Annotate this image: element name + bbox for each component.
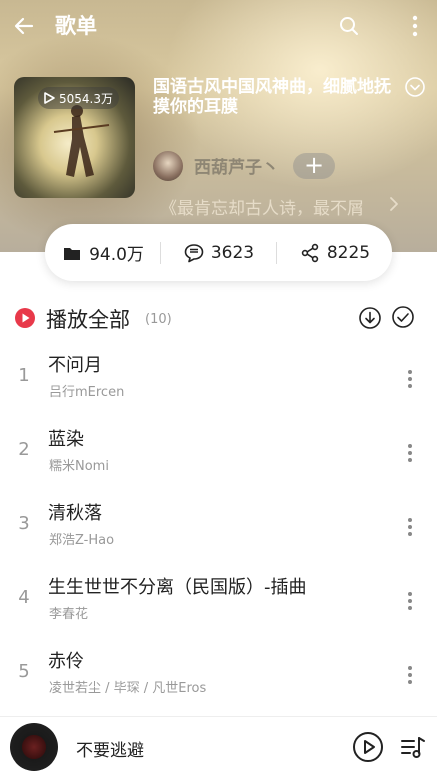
more-vertical-icon[interactable]	[402, 663, 418, 687]
play-all-label[interactable]: 播放全部	[46, 304, 130, 334]
song-artist: 凌世若尘 / 毕琛 / 凡世Eros	[49, 681, 207, 696]
more-vertical-icon[interactable]	[402, 441, 418, 465]
shares-count: 8225	[326, 242, 371, 263]
play-circle-icon[interactable]	[14, 307, 36, 329]
song-title[interactable]: 清秋落	[48, 499, 102, 525]
song-row[interactable]: 4 生生世世不分离（民国版）-插曲 李春花	[0, 565, 437, 639]
playlist-header: 歌单 5054.3万 国语古风中国风神曲，细腻地抚摸你的耳膜 西葫芦子丶 + 《…	[0, 0, 437, 252]
more-vertical-icon[interactable]	[405, 12, 425, 40]
multi-select-icon[interactable]	[391, 305, 415, 329]
play-count: 5054.3万	[59, 91, 113, 106]
comment-icon	[184, 243, 204, 262]
song-artist: 郑浩Z-Hao	[49, 533, 115, 548]
collect-count: 94.0万	[89, 245, 144, 265]
play-circle-icon[interactable]	[352, 731, 384, 763]
now-playing-title[interactable]: 不要逃避	[76, 736, 144, 761]
song-row[interactable]: 2 蓝染 糯米Nomi	[0, 417, 437, 491]
mini-player[interactable]: 不要逃避	[0, 716, 437, 776]
now-playing-cover[interactable]	[10, 723, 58, 771]
playlist-description[interactable]: 《最肯忘却古人诗，最不屑	[160, 194, 364, 219]
song-index: 3	[18, 513, 30, 534]
chevron-down-icon[interactable]	[404, 76, 426, 98]
song-row[interactable]: 1 不问月 吕行mErcen	[0, 343, 437, 417]
song-index: 5	[18, 661, 30, 682]
song-index: 1	[18, 365, 30, 386]
song-row[interactable]: 3 清秋落 郑浩Z-Hao	[0, 491, 437, 565]
creator-avatar[interactable]	[153, 151, 183, 181]
top-bar: 歌单	[0, 0, 437, 52]
song-index: 2	[18, 439, 30, 460]
share-button[interactable]: 8225	[277, 242, 392, 264]
comments-count: 3623	[210, 242, 255, 263]
more-vertical-icon[interactable]	[402, 515, 418, 539]
song-artist: 糯米Nomi	[49, 459, 109, 474]
collect-button[interactable]: 94.0万	[45, 240, 160, 265]
song-index: 4	[18, 587, 30, 608]
play-all-row[interactable]: 播放全部 (10)	[0, 296, 437, 340]
song-title[interactable]: 赤伶	[48, 647, 84, 673]
song-title[interactable]: 生生世世不分离（民国版）-插曲	[48, 573, 307, 599]
download-icon[interactable]	[358, 306, 382, 330]
chevron-right-icon[interactable]	[386, 193, 402, 215]
back-arrow-icon[interactable]	[12, 14, 36, 38]
song-row[interactable]: 5 赤伶 凌世若尘 / 毕琛 / 凡世Eros	[0, 639, 437, 713]
play-triangle-icon	[44, 92, 55, 104]
playlist-icon[interactable]	[399, 735, 427, 761]
follow-button[interactable]: +	[293, 153, 335, 179]
folder-plus-icon	[64, 247, 81, 260]
more-vertical-icon[interactable]	[402, 589, 418, 613]
share-icon	[301, 243, 319, 262]
stats-bar: 94.0万 3623 8225	[45, 224, 392, 281]
song-count: (10)	[145, 312, 172, 327]
playlist-cover[interactable]: 5054.3万	[14, 77, 135, 198]
play-count-badge: 5054.3万	[38, 87, 119, 109]
song-artist: 李春花	[49, 607, 89, 622]
more-vertical-icon[interactable]	[402, 367, 418, 391]
song-artist: 吕行mErcen	[49, 385, 125, 400]
creator-name[interactable]: 西葫芦子丶	[194, 153, 279, 178]
song-title[interactable]: 不问月	[48, 351, 102, 377]
playlist-title[interactable]: 国语古风中国风神曲，细腻地抚摸你的耳膜	[153, 77, 401, 117]
song-title[interactable]: 蓝染	[48, 425, 84, 451]
search-icon[interactable]	[337, 14, 361, 38]
page-title: 歌单	[55, 14, 97, 38]
comments-button[interactable]: 3623	[161, 242, 276, 264]
